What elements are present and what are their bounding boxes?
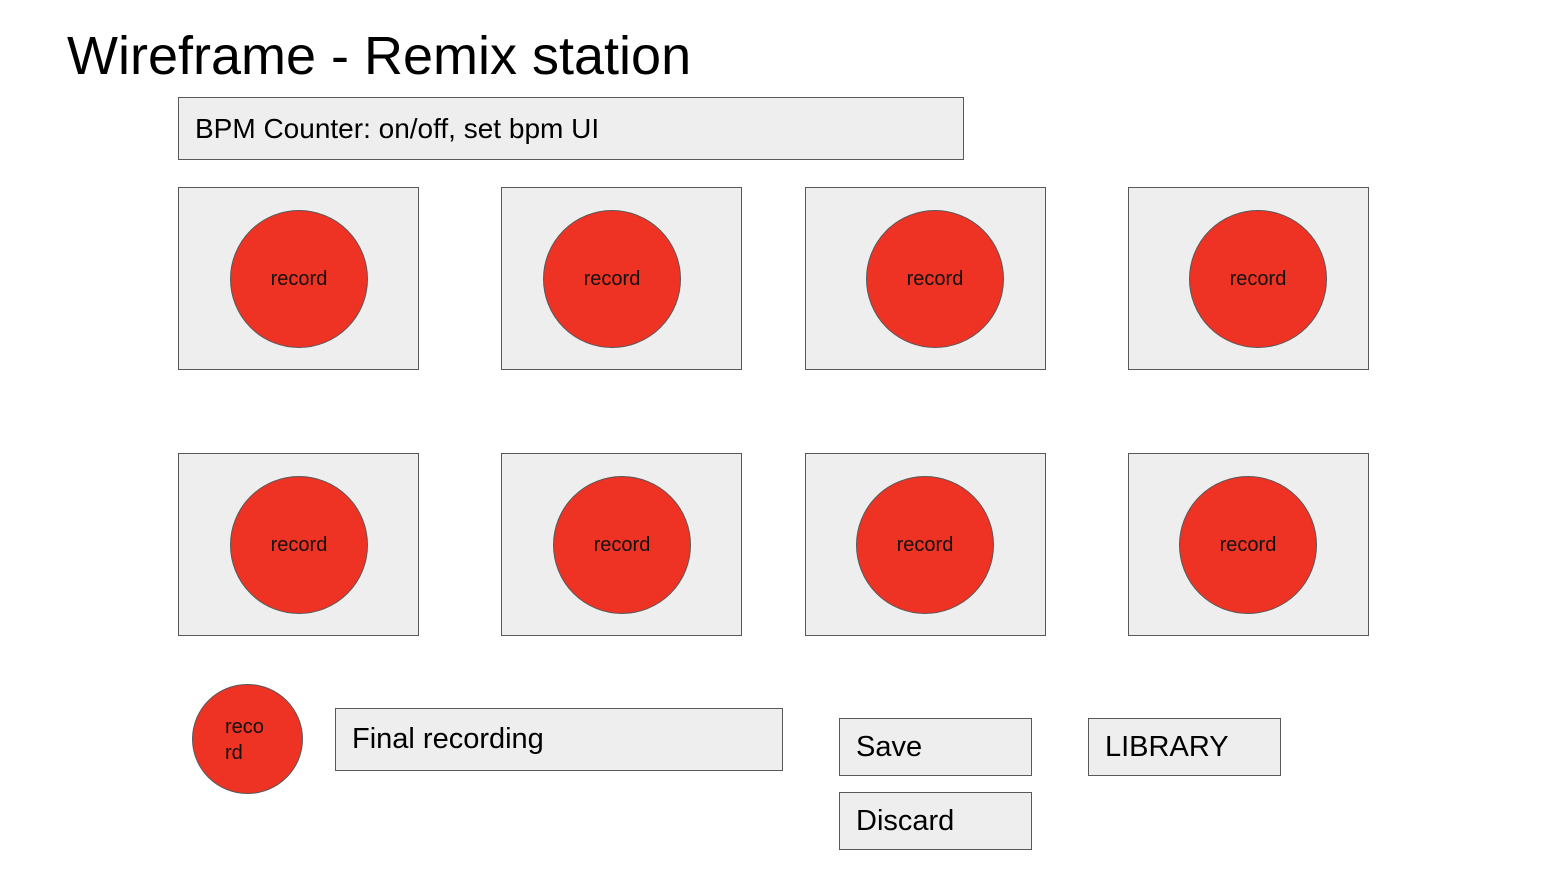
record-button-8[interactable]: record	[1179, 476, 1317, 614]
record-button-7[interactable]: record	[856, 476, 994, 614]
save-button[interactable]: Save	[839, 718, 1032, 776]
record-button-label: record	[270, 267, 328, 290]
discard-button[interactable]: Discard	[839, 792, 1032, 850]
record-button-label: record	[1229, 267, 1287, 290]
page-title: Wireframe - Remix station	[67, 26, 692, 86]
final-record-label-line2: rd	[225, 742, 243, 764]
record-button-label: record	[270, 533, 328, 556]
record-button-6[interactable]: record	[553, 476, 691, 614]
record-button-4[interactable]: record	[1189, 210, 1327, 348]
record-button-1[interactable]: record	[230, 210, 368, 348]
record-button-2[interactable]: record	[543, 210, 681, 348]
record-button-3[interactable]: record	[866, 210, 1004, 348]
library-button[interactable]: LIBRARY	[1088, 718, 1281, 776]
record-button-label: record	[593, 533, 651, 556]
record-button-label: record	[896, 533, 954, 556]
record-button-label: record	[583, 267, 641, 290]
final-record-label-line1: reco	[225, 716, 264, 738]
record-button-5[interactable]: record	[230, 476, 368, 614]
final-record-button[interactable]: reco rd	[192, 684, 303, 794]
final-recording-track[interactable]: Final recording	[335, 708, 783, 771]
record-button-label: record	[1219, 533, 1277, 556]
record-button-label: record	[906, 267, 964, 290]
bpm-counter-panel[interactable]: BPM Counter: on/off, set bpm UI	[178, 97, 964, 160]
